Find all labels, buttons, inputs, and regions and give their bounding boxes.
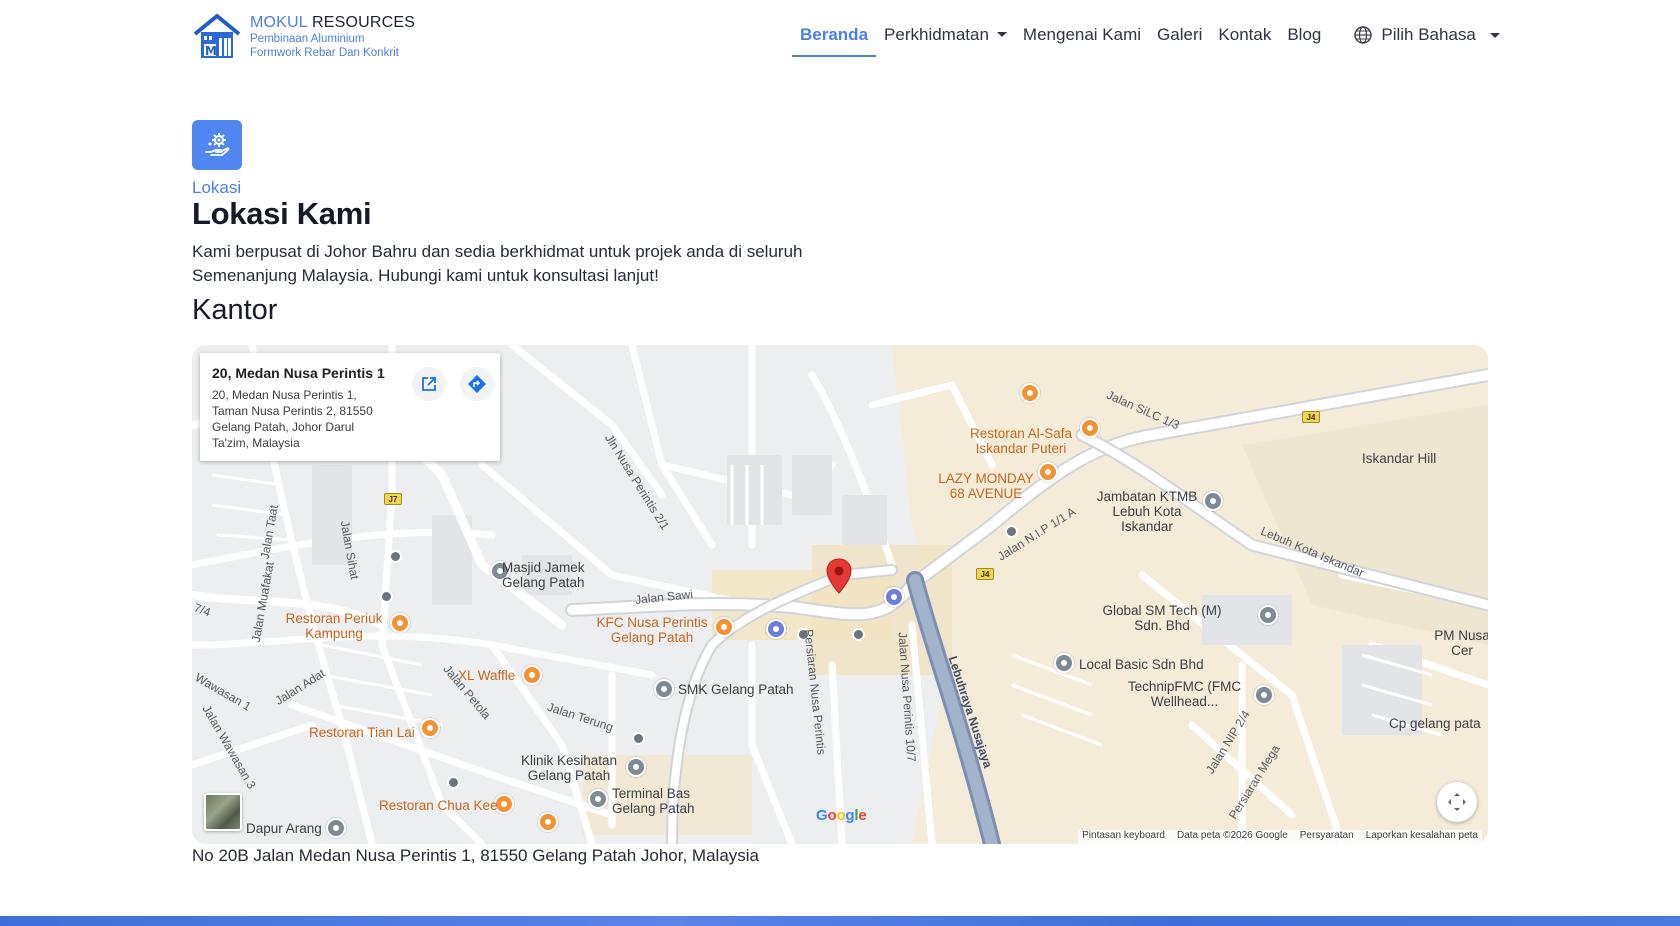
poi-label[interactable]: Dapur Arang	[246, 821, 322, 836]
svg-text:M: M	[205, 44, 217, 58]
section-title: Lokasi Kami	[192, 196, 372, 231]
bus-terminal-pin-icon[interactable]	[588, 789, 608, 809]
cafe-pin-icon[interactable]	[538, 812, 558, 832]
cafe-pin-icon[interactable]	[1020, 383, 1040, 403]
nav-item-galeri[interactable]: Galeri	[1149, 0, 1210, 58]
restaurant-pin-icon[interactable]	[420, 718, 440, 738]
nav-item-kontak[interactable]: Kontak	[1210, 0, 1279, 58]
place-info-card: 20, Medan Nusa Perintis 1 20, Medan Nusa…	[200, 353, 500, 461]
terms-link[interactable]: Persyaratan	[1300, 830, 1354, 844]
poi-label[interactable]: TechnipFMC (FMC Wellhead...	[1112, 679, 1257, 709]
report-error-link[interactable]: Laporkan kesalahan peta	[1366, 830, 1478, 844]
bus-stop-icon	[852, 628, 865, 641]
globe-icon	[1354, 26, 1373, 44]
directions-icon[interactable]	[460, 367, 494, 401]
language-label: Pilih Bahasa	[1381, 25, 1476, 44]
place-title: 20, Medan Nusa Perintis 1	[212, 365, 385, 381]
map-pin-icon[interactable]	[826, 558, 852, 599]
google-logo: Google	[816, 807, 867, 824]
place-pin-icon[interactable]	[1054, 653, 1074, 673]
place-address: 20, Medan Nusa Perintis 1, Taman Nusa Pe…	[212, 388, 373, 450]
nav-item-perkhidmatan-label: Perkhidmatan	[884, 25, 989, 44]
caret-down-icon	[1489, 32, 1500, 38]
route-shield-j4: J4	[976, 568, 994, 580]
station-pin-icon[interactable]	[1203, 491, 1223, 511]
route-shield-j7: J7	[384, 493, 402, 505]
mosque-pin-icon[interactable]	[326, 818, 346, 838]
map-attribution: Pintasan keyboard Data peta ©2026 Google…	[1078, 830, 1482, 844]
open-external-icon[interactable]	[412, 367, 446, 401]
nav-item-beranda[interactable]: Beranda	[792, 0, 877, 58]
poi-label[interactable]: Global SM Tech (M) Sdn. Bhd	[1092, 603, 1232, 633]
place-pin-icon[interactable]	[1254, 685, 1274, 705]
brand-tagline-2: Formwork Rebar Dan Konkrit	[250, 47, 399, 59]
brand-name: MOKUL RESOURCES	[250, 14, 415, 32]
poi-label[interactable]: Klinik Kesihatan Gelang Patah	[514, 753, 624, 783]
post-office-pin-icon[interactable]	[766, 619, 786, 639]
map-data-credit: Data peta ©2026 Google	[1176, 830, 1288, 841]
brand-name-rest: RESOURCES	[311, 14, 416, 31]
footer-band	[0, 916, 1680, 926]
poi-label[interactable]: Local Basic Sdn Bhd	[1079, 657, 1204, 672]
restaurant-pin-icon[interactable]	[1080, 418, 1100, 438]
map-embed[interactable]: 20, Medan Nusa Perintis 1 20, Medan Nusa…	[192, 345, 1488, 844]
fuel-pin-icon[interactable]	[884, 587, 904, 607]
office-address: No 20B Jalan Medan Nusa Perintis 1, 8155…	[192, 846, 760, 865]
poi-label[interactable]: PM Nusa Cer	[1432, 628, 1488, 658]
poi-label[interactable]: Restoran Chua Kee	[379, 798, 498, 813]
nav-item-blog[interactable]: Blog	[1279, 0, 1329, 58]
poi-label[interactable]: Iskandar Hill	[1362, 451, 1436, 466]
bus-stop-icon	[447, 776, 460, 789]
satellite-toggle[interactable]	[204, 793, 242, 831]
nav-item-mengenai-kami[interactable]: Mengenai Kami	[1015, 0, 1149, 58]
main-nav: Beranda Perkhidmatan Mengenai Kami Galer…	[792, 0, 1500, 58]
school-pin-icon[interactable]	[654, 679, 674, 699]
restaurant-pin-icon[interactable]	[714, 617, 734, 637]
poi-label[interactable]: Jambatan KTMB Lebuh Kota Iskandar	[1092, 489, 1202, 534]
poi-label[interactable]: Restoran Periuk Kampung	[284, 611, 384, 641]
brand-tagline-1: Pembinaan Aluminium	[250, 33, 365, 45]
brand[interactable]: M MOKUL RESOURCES Pembinaan Aluminium Fo…	[192, 12, 415, 62]
bus-stop-icon	[389, 550, 402, 563]
navbar: M MOKUL RESOURCES Pembinaan Aluminium Fo…	[0, 0, 1680, 70]
bus-stop-icon	[380, 590, 393, 603]
section-eyebrow: Lokasi	[192, 178, 242, 197]
place-pin-icon[interactable]	[1258, 605, 1278, 625]
brand-name-accent: MOKUL	[250, 14, 308, 31]
poi-label[interactable]: Terminal Bas Gelang Patah	[612, 786, 712, 816]
language-selector[interactable]: Pilih Bahasa	[1353, 0, 1500, 58]
restaurant-pin-icon[interactable]	[390, 613, 410, 633]
bus-stop-icon	[632, 732, 645, 745]
restaurant-pin-icon[interactable]	[1038, 462, 1058, 482]
fullscreen-icon[interactable]	[1437, 782, 1477, 822]
poi-label[interactable]: Masjid Jamek Gelang Patah	[502, 560, 602, 590]
poi-label[interactable]: Restoran Al-Safa Iskandar Puteri	[966, 426, 1076, 456]
settings-hand-icon	[192, 120, 242, 170]
poi-label[interactable]: KFC Nusa Perintis Gelang Patah	[592, 615, 712, 645]
poi-label[interactable]: SMK Gelang Patah	[678, 682, 794, 697]
keyboard-shortcuts-link[interactable]: Pintasan keyboard	[1082, 830, 1165, 844]
bus-stop-icon	[1005, 525, 1018, 538]
poi-label[interactable]: Cp gelang pata	[1389, 716, 1481, 731]
caret-down-icon	[996, 32, 1007, 37]
poi-label[interactable]: LAZY MONDAY 68 AVENUE	[936, 471, 1036, 501]
poi-label[interactable]: Restoran Tian Lai	[309, 725, 415, 740]
restaurant-pin-icon[interactable]	[522, 665, 542, 685]
house-logo-icon: M	[192, 12, 242, 62]
clinic-pin-icon[interactable]	[626, 757, 646, 777]
nav-item-perkhidmatan[interactable]: Perkhidmatan	[876, 0, 1015, 58]
section-lead: Kami berpusat di Johor Bahru dan sedia b…	[192, 242, 803, 285]
route-shield-j4: J4	[1302, 411, 1320, 423]
section-subtitle: Kantor	[192, 294, 278, 326]
